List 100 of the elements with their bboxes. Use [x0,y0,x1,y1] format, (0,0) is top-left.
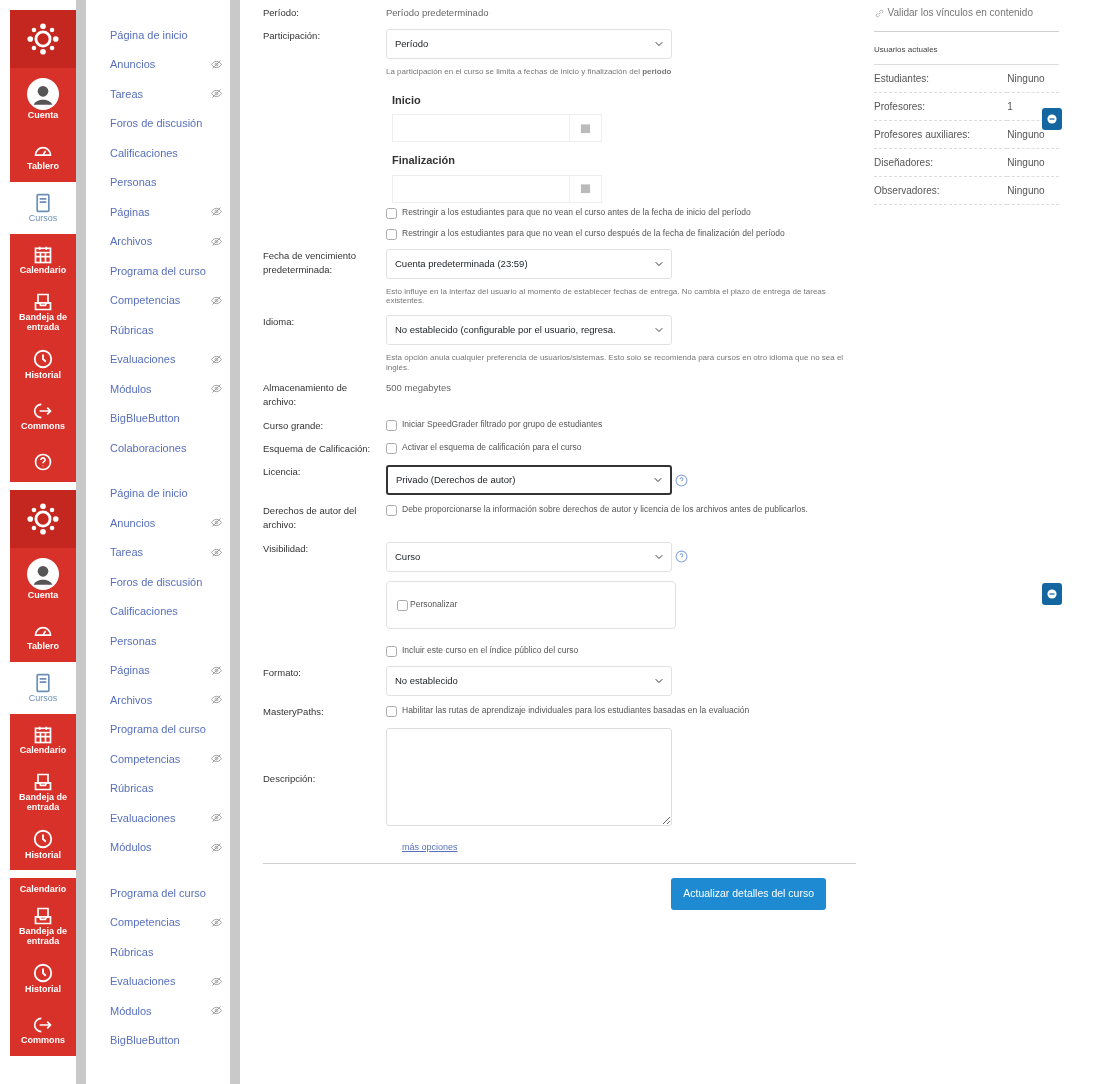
global-nav-item[interactable]: Commons [10,1004,76,1056]
global-nav-item[interactable]: Historial [10,952,76,1004]
dropdown[interactable]: Período [386,29,672,60]
course-nav-link[interactable]: Anuncios [110,56,156,73]
field-label: Derechos de autor del archivo: [263,505,357,531]
checkbox[interactable] [386,645,397,657]
course-nav-link[interactable]: Tareas [110,85,144,102]
course-nav-link[interactable]: Colaboraciones [110,439,187,456]
avatar-icon [27,77,59,110]
checkbox[interactable] [386,228,397,240]
checkbox[interactable] [386,207,397,219]
dropdown[interactable]: Curso [386,541,672,572]
course-nav-link[interactable]: Módulos [110,1002,152,1019]
course-nav-link[interactable]: Páginas [110,662,150,679]
course-nav-link[interactable]: Página de inicio [110,26,188,43]
checkbox-label: Activar el esquema de calificación para el curso [402,442,582,454]
course-nav-link[interactable]: Página de inicio [110,485,188,502]
checkbox[interactable] [386,705,397,717]
course-nav-link[interactable]: Programa del curso [110,262,206,279]
checkbox[interactable] [386,419,397,431]
date-field[interactable] [392,174,602,203]
dropdown[interactable]: No establecido (configurable por el usuario, regresa. [386,315,672,346]
global-nav-item[interactable]: Historial [10,818,76,870]
course-nav-link[interactable]: Foros de discusión [110,573,203,590]
course-nav-link[interactable]: Programa del curso [110,884,206,901]
checkbox[interactable] [397,599,408,611]
date-field[interactable] [392,114,602,143]
minus-circle-icon [1047,114,1057,124]
clock-icon [32,961,54,984]
checkbox[interactable] [386,505,397,517]
scrollbar[interactable] [230,0,240,1084]
course-nav-link[interactable]: Programa del curso [110,721,206,738]
course-nav-link[interactable]: BigBlueButton [110,410,180,427]
course-nav-link[interactable]: Anuncios [110,514,156,531]
course-nav-link[interactable]: Competencias [110,914,181,931]
course-nav-link[interactable]: Archivos [110,233,153,250]
course-nav-link[interactable]: Tareas [110,544,144,561]
global-nav-item[interactable]: Tablero [10,610,76,662]
global-nav-item[interactable]: Historial [10,338,76,390]
inbox-icon [33,905,53,926]
inbox-icon [33,771,53,792]
avatar-icon [27,557,59,590]
course-nav-link[interactable]: Competencias [110,292,181,309]
course-nav-link[interactable]: Evaluaciones [110,973,176,990]
course-nav-link[interactable]: Personas [110,174,157,191]
global-nav-item[interactable]: Cuenta [10,68,76,130]
logo-button[interactable] [10,10,76,68]
course-nav-link[interactable]: Rúbricas [110,943,154,960]
global-nav-item[interactable]: Cursos [10,662,76,714]
more-options-link[interactable]: más opciones [402,841,458,852]
global-nav-item[interactable]: Calendario [10,234,76,286]
description-field[interactable] [386,727,672,826]
scrollbar[interactable] [76,0,86,1084]
submit-button[interactable]: Actualizar detalles del curso [671,878,826,911]
field-label: Esquema de Calificación: [263,442,371,454]
date-label: Inicio [392,92,422,108]
logo-button[interactable] [10,490,76,548]
course-nav-link[interactable]: Foros de discusión [110,115,203,132]
collapse-button[interactable] [1042,583,1062,605]
course-nav-link[interactable]: Páginas [110,203,150,220]
course-nav-link[interactable]: Rúbricas [110,321,154,338]
course-nav-link[interactable]: Calificaciones [110,144,178,161]
table-cell: Profesores: [874,92,1008,121]
help-text: Esta opción anula cualquier preferencia de usuarios/sistemas. Esto solo se recomienda para cursos en otro idioma que no sea el inglés. [386,353,845,373]
global-nav-item[interactable]: Bandeja de entrada [10,900,76,952]
course-nav-link[interactable]: Módulos [110,839,152,856]
global-nav-item[interactable]: Calendario [10,878,76,900]
table-cell: Profesores auxiliares: [874,120,1008,149]
table-cell: Observadores: [874,176,1008,205]
global-nav-item[interactable]: Tablero [10,130,76,182]
course-nav-link[interactable]: Personas [110,632,157,649]
dropdown[interactable]: Privado (Derechos de autor) [386,465,672,496]
help-icon[interactable] [674,550,688,564]
course-nav-link[interactable]: BigBlueButton [110,1032,180,1049]
checkbox-label: Incluir este curso en el índice público del curso [402,645,579,657]
dropdown[interactable]: Cuenta predeterminada (23:59) [386,248,672,279]
course-nav-link[interactable]: Evaluaciones [110,809,176,826]
global-nav-item[interactable]: Cuenta [10,548,76,610]
global-nav-item[interactable]: Bandeja de entrada [10,286,76,338]
course-nav-link[interactable]: Rúbricas [110,780,154,797]
field-label: Licencia: [263,466,301,478]
checkbox[interactable] [386,442,397,454]
global-nav-item[interactable]: Cursos [10,182,76,234]
checkbox-label: Habilitar las rutas de aprendizaje individuales para los estudiantes basadas en la evaluación [402,705,750,717]
dropdown[interactable]: No establecido [386,665,672,696]
field-label: Formato: [263,666,301,678]
course-nav-link[interactable]: Calificaciones [110,603,178,620]
course-nav-link[interactable]: Archivos [110,691,153,708]
calendar-icon [580,122,591,134]
course-nav-link[interactable]: Módulos [110,380,152,397]
field-value: Período predeterminado [386,6,490,20]
field-label: Idioma: [263,316,295,328]
help-icon[interactable] [674,473,688,487]
collapse-button[interactable] [1042,108,1062,130]
course-nav-link[interactable]: Evaluaciones [110,351,176,368]
global-nav-item[interactable]: Bandeja de entrada [10,766,76,818]
global-nav-item[interactable]: Calendario [10,714,76,766]
course-nav-link[interactable]: Competencias [110,750,181,767]
global-nav-item[interactable]: Commons [10,390,76,442]
validate-links-link[interactable]: Validar los vínculos en contenido [874,6,1044,19]
